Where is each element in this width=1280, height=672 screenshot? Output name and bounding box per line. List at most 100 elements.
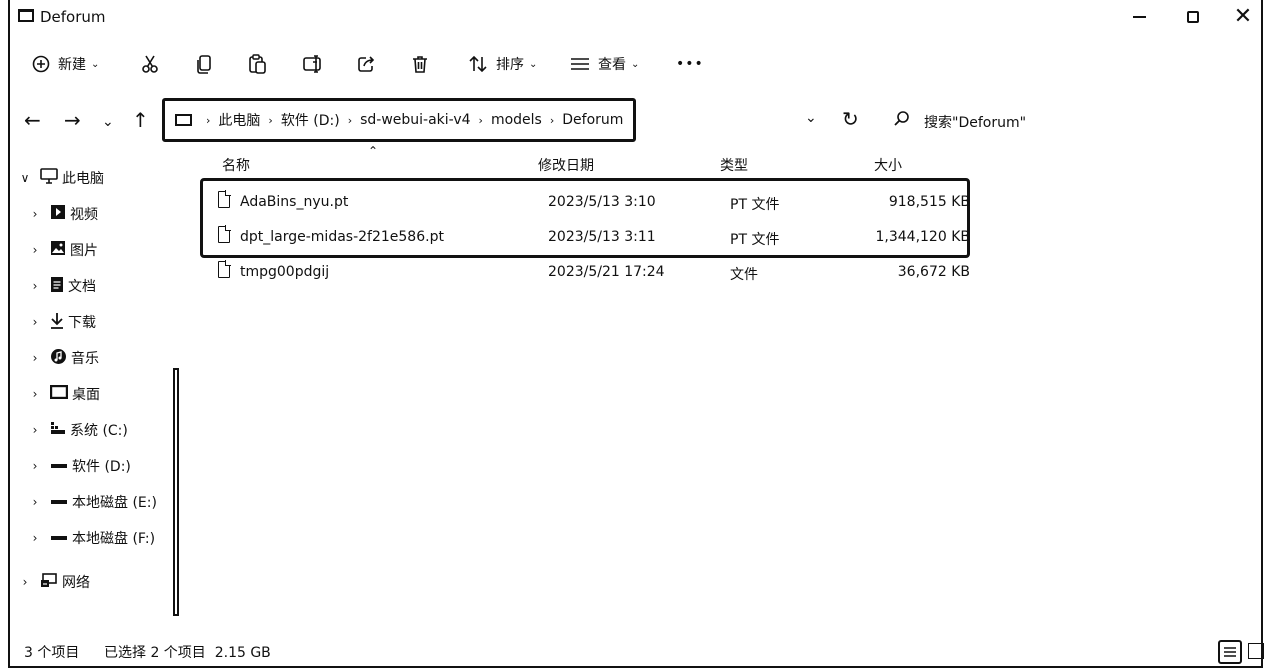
forward-button[interactable]: → xyxy=(64,108,81,132)
up-button[interactable]: ↑ xyxy=(132,108,149,132)
copy-button[interactable] xyxy=(196,46,214,82)
sidebar-item-this-pc[interactable]: ∨ 此电脑 xyxy=(18,163,104,193)
copy-icon xyxy=(197,55,211,74)
refresh-button[interactable]: ↻ xyxy=(842,107,859,131)
rename-icon xyxy=(303,55,321,73)
file-modified: 2023/5/21 17:24 xyxy=(548,264,665,280)
chevron-right-icon[interactable]: › xyxy=(28,279,42,293)
view-button[interactable]: 查看 ⌄ xyxy=(570,46,639,82)
delete-button[interactable] xyxy=(410,46,430,82)
details-view-button[interactable] xyxy=(1218,640,1242,664)
chevron-right-icon[interactable]: › xyxy=(18,575,32,589)
column-header-size[interactable]: 大小 xyxy=(874,155,902,175)
chevron-right-icon[interactable]: › xyxy=(28,243,42,257)
paste-button[interactable] xyxy=(248,46,268,82)
back-button[interactable]: ← xyxy=(24,108,41,132)
tiles-view-button[interactable] xyxy=(1248,643,1264,659)
sidebar-item-label: 网络 xyxy=(62,575,90,591)
more-options-button[interactable]: ••• xyxy=(676,46,704,82)
chevron-down-icon: ⌄ xyxy=(102,114,114,130)
column-header-modified[interactable]: 修改日期 xyxy=(538,155,594,175)
breadcrumb-item[interactable]: sd-webui-aki-v4 xyxy=(360,112,470,128)
trash-icon xyxy=(413,56,427,73)
sidebar-item-drive-c[interactable]: › 系统 (C:) xyxy=(28,415,128,445)
clipboard-icon xyxy=(249,54,266,74)
chevron-right-icon[interactable]: › xyxy=(28,207,42,221)
file-row[interactable]: AdaBins_nyu.pt 2023/5/13 3:10 PT 文件 918,… xyxy=(200,186,970,218)
music-icon xyxy=(50,348,67,369)
sort-arrows-icon xyxy=(469,55,487,73)
breadcrumb-item[interactable]: 软件 (D:) xyxy=(281,110,340,130)
view-label: 查看 xyxy=(598,57,626,73)
column-header-name[interactable]: 名称 xyxy=(222,155,250,175)
drive-icon xyxy=(50,458,68,474)
sidebar-item-music[interactable]: › 音乐 xyxy=(28,343,99,373)
sidebar-scrollbar[interactable] xyxy=(173,368,179,616)
sidebar-item-label: 系统 (C:) xyxy=(70,423,128,439)
sidebar-item-pictures[interactable]: › 图片 xyxy=(28,235,98,265)
file-icon xyxy=(218,225,231,243)
image-icon xyxy=(50,240,66,260)
desktop-icon xyxy=(49,384,69,403)
sidebar-item-label: 本地磁盘 (E:) xyxy=(72,495,157,511)
sort-button[interactable]: 排序 ⌄ xyxy=(468,46,537,82)
recent-locations-button[interactable]: ⌄ xyxy=(102,110,114,134)
scissors-icon xyxy=(142,55,158,73)
sidebar-item-documents[interactable]: › 文档 xyxy=(28,271,96,301)
sidebar-item-label: 文档 xyxy=(68,279,96,295)
chevron-down-icon[interactable]: ∨ xyxy=(18,171,32,185)
breadcrumb-item[interactable]: models xyxy=(491,112,542,128)
sidebar-item-drive-e[interactable]: › 本地磁盘 (E:) xyxy=(28,487,157,517)
breadcrumb-item[interactable]: 此电脑 xyxy=(218,110,260,130)
network-icon xyxy=(40,572,58,592)
file-modified: 2023/5/13 3:11 xyxy=(548,229,656,245)
selection-info: 已选择 2 个项目 2.15 GB xyxy=(104,645,271,661)
breadcrumb[interactable]: › 此电脑 › 软件 (D:) › sd-webui-aki-v4 › mode… xyxy=(162,98,636,142)
navigation-pane: ∨ 此电脑 › 视频 › 图片 › 文档 › 下载 › 音乐 › 桌面 › 系统… xyxy=(10,160,180,630)
breadcrumb-item[interactable]: Deforum xyxy=(562,112,623,128)
minimize-button[interactable] xyxy=(1116,4,1162,30)
sidebar-item-label: 此电脑 xyxy=(62,171,104,187)
new-label: 新建 xyxy=(58,57,86,73)
chevron-right-icon[interactable]: › xyxy=(28,387,42,401)
arrow-up-icon: ↑ xyxy=(132,108,149,132)
search-input[interactable]: 搜索"Deforum" xyxy=(924,112,1026,132)
sidebar-item-videos[interactable]: › 视频 xyxy=(28,199,98,229)
chevron-right-icon[interactable]: › xyxy=(28,459,42,473)
maximize-button[interactable] xyxy=(1170,4,1216,30)
close-button[interactable]: ✕ xyxy=(1220,4,1266,30)
chevron-right-icon: › xyxy=(206,113,211,127)
chevron-right-icon[interactable]: › xyxy=(28,351,42,365)
new-button[interactable]: 新建 ⌄ xyxy=(32,46,99,82)
close-icon: ✕ xyxy=(1233,4,1253,29)
file-row[interactable]: tmpg00pdgij 2023/5/21 17:24 文件 36,672 KB xyxy=(200,256,970,288)
sidebar-item-label: 视频 xyxy=(70,207,98,223)
sidebar-item-label: 桌面 xyxy=(72,387,100,403)
chevron-down-icon: ⌄ xyxy=(529,58,538,70)
minimize-icon xyxy=(1132,16,1146,18)
sidebar-item-drive-d[interactable]: › 软件 (D:) xyxy=(28,451,131,481)
sidebar-item-network[interactable]: › 网络 xyxy=(18,567,90,597)
chevron-right-icon: › xyxy=(549,113,555,127)
plus-circle-icon xyxy=(32,55,50,73)
file-row[interactable]: dpt_large-midas-2f21e586.pt 2023/5/13 3:… xyxy=(200,221,970,253)
sidebar-item-drive-f[interactable]: › 本地磁盘 (F:) xyxy=(28,523,155,553)
chevron-right-icon[interactable]: › xyxy=(28,423,42,437)
cut-button[interactable] xyxy=(140,46,160,82)
chevron-right-icon[interactable]: › xyxy=(28,315,42,329)
sidebar-item-downloads[interactable]: › 下载 xyxy=(28,307,96,337)
chevron-right-icon[interactable]: › xyxy=(28,531,42,545)
view-list-icon xyxy=(571,58,589,70)
chevron-right-icon[interactable]: › xyxy=(28,495,42,509)
drive-icon xyxy=(50,530,68,546)
item-count: 3 个项目 xyxy=(24,645,80,661)
sidebar-item-label: 图片 xyxy=(70,243,98,259)
column-header-type[interactable]: 类型 xyxy=(720,155,748,175)
status-bar: 3 个项目 已选择 2 个项目 2.15 GB xyxy=(10,640,1264,664)
folder-icon xyxy=(175,114,192,126)
sidebar-item-desktop[interactable]: › 桌面 xyxy=(28,379,100,409)
share-button[interactable] xyxy=(356,46,376,82)
address-history-button[interactable]: ⌄ xyxy=(805,110,817,126)
rename-button[interactable] xyxy=(302,46,324,82)
share-icon xyxy=(358,56,375,72)
